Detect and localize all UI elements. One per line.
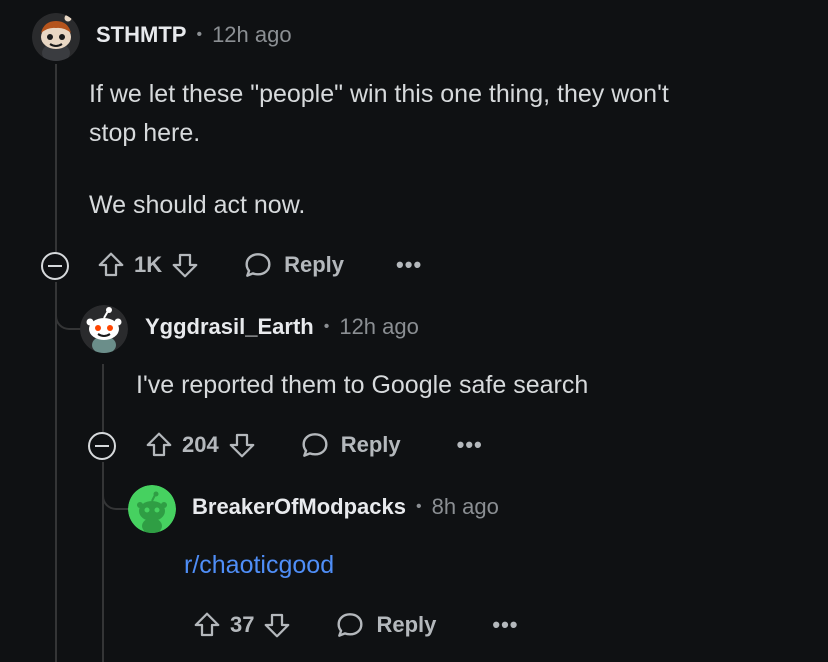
comment-actions: 37 Reply ••• — [192, 605, 519, 645]
timestamp: 8h ago — [431, 494, 499, 519]
comment-body: If we let these "people" win this one th… — [89, 75, 669, 153]
timestamp: 12h ago — [339, 314, 419, 339]
thread-line-level-1 — [55, 64, 57, 254]
more-options-button[interactable]: ••• — [396, 252, 422, 278]
thread-line-level-2 — [102, 364, 104, 432]
more-options-button[interactable]: ••• — [492, 612, 518, 638]
reply-label: Reply — [376, 612, 437, 637]
separator-dot: • — [323, 318, 330, 335]
upvote-icon[interactable] — [144, 430, 174, 460]
timestamp: 12h ago — [212, 22, 292, 47]
comment-bubble-icon — [334, 609, 366, 641]
snoo-avatar-red-hair-icon — [32, 13, 80, 61]
reply-button[interactable]: Reply — [299, 429, 401, 461]
separator-dot: • — [196, 26, 203, 43]
collapse-thread-button[interactable] — [88, 432, 116, 460]
vote-count: 204 — [182, 432, 219, 457]
snoo-avatar-default-icon — [80, 305, 128, 353]
downvote-icon[interactable] — [262, 610, 292, 640]
avatar[interactable] — [32, 13, 80, 61]
upvote-icon[interactable] — [96, 250, 126, 280]
reply-button[interactable]: Reply — [242, 249, 344, 281]
vote-count: 37 — [230, 612, 255, 637]
downvote-icon[interactable] — [227, 430, 257, 460]
comment-bubble-icon — [242, 249, 274, 281]
comment-actions: 1K Reply ••• — [96, 245, 422, 285]
reply-label: Reply — [284, 252, 345, 277]
username[interactable]: STHMTP — [96, 22, 186, 48]
reply-label: Reply — [340, 432, 401, 457]
comment-actions: 204 Reply ••• — [144, 425, 483, 465]
subreddit-link[interactable]: r/chaoticgood — [184, 546, 334, 585]
comment-meta: STHMTP • 12h ago — [96, 22, 292, 48]
upvote-icon[interactable] — [192, 610, 222, 640]
comment-body-line: If we let these "people" win this one th… — [89, 80, 669, 108]
snoo-avatar-green-icon — [128, 485, 176, 533]
separator-dot: • — [415, 498, 422, 515]
vote-count: 1K — [134, 252, 163, 277]
thread-elbow-level-2 — [55, 282, 83, 330]
avatar[interactable] — [128, 485, 176, 533]
thread-elbow-level-3 — [102, 462, 130, 510]
reply-button[interactable]: Reply — [334, 609, 436, 641]
avatar[interactable] — [80, 305, 128, 353]
thread-line-level-1-lower — [55, 282, 57, 662]
comment-bubble-icon — [299, 429, 331, 461]
downvote-icon[interactable] — [170, 250, 200, 280]
more-options-button[interactable]: ••• — [457, 432, 483, 458]
comment-meta: BreakerOfModpacks • 8h ago — [192, 494, 499, 520]
username[interactable]: Yggdrasil_Earth — [145, 314, 314, 340]
comment-body-paragraph: We should act now. — [89, 191, 306, 219]
comment-body: I've reported them to Google safe search — [136, 371, 589, 399]
comment-body-line: stop here. — [89, 119, 201, 147]
collapse-thread-button[interactable] — [41, 252, 69, 280]
comment-meta: Yggdrasil_Earth • 12h ago — [145, 314, 419, 340]
username[interactable]: BreakerOfModpacks — [192, 494, 406, 520]
